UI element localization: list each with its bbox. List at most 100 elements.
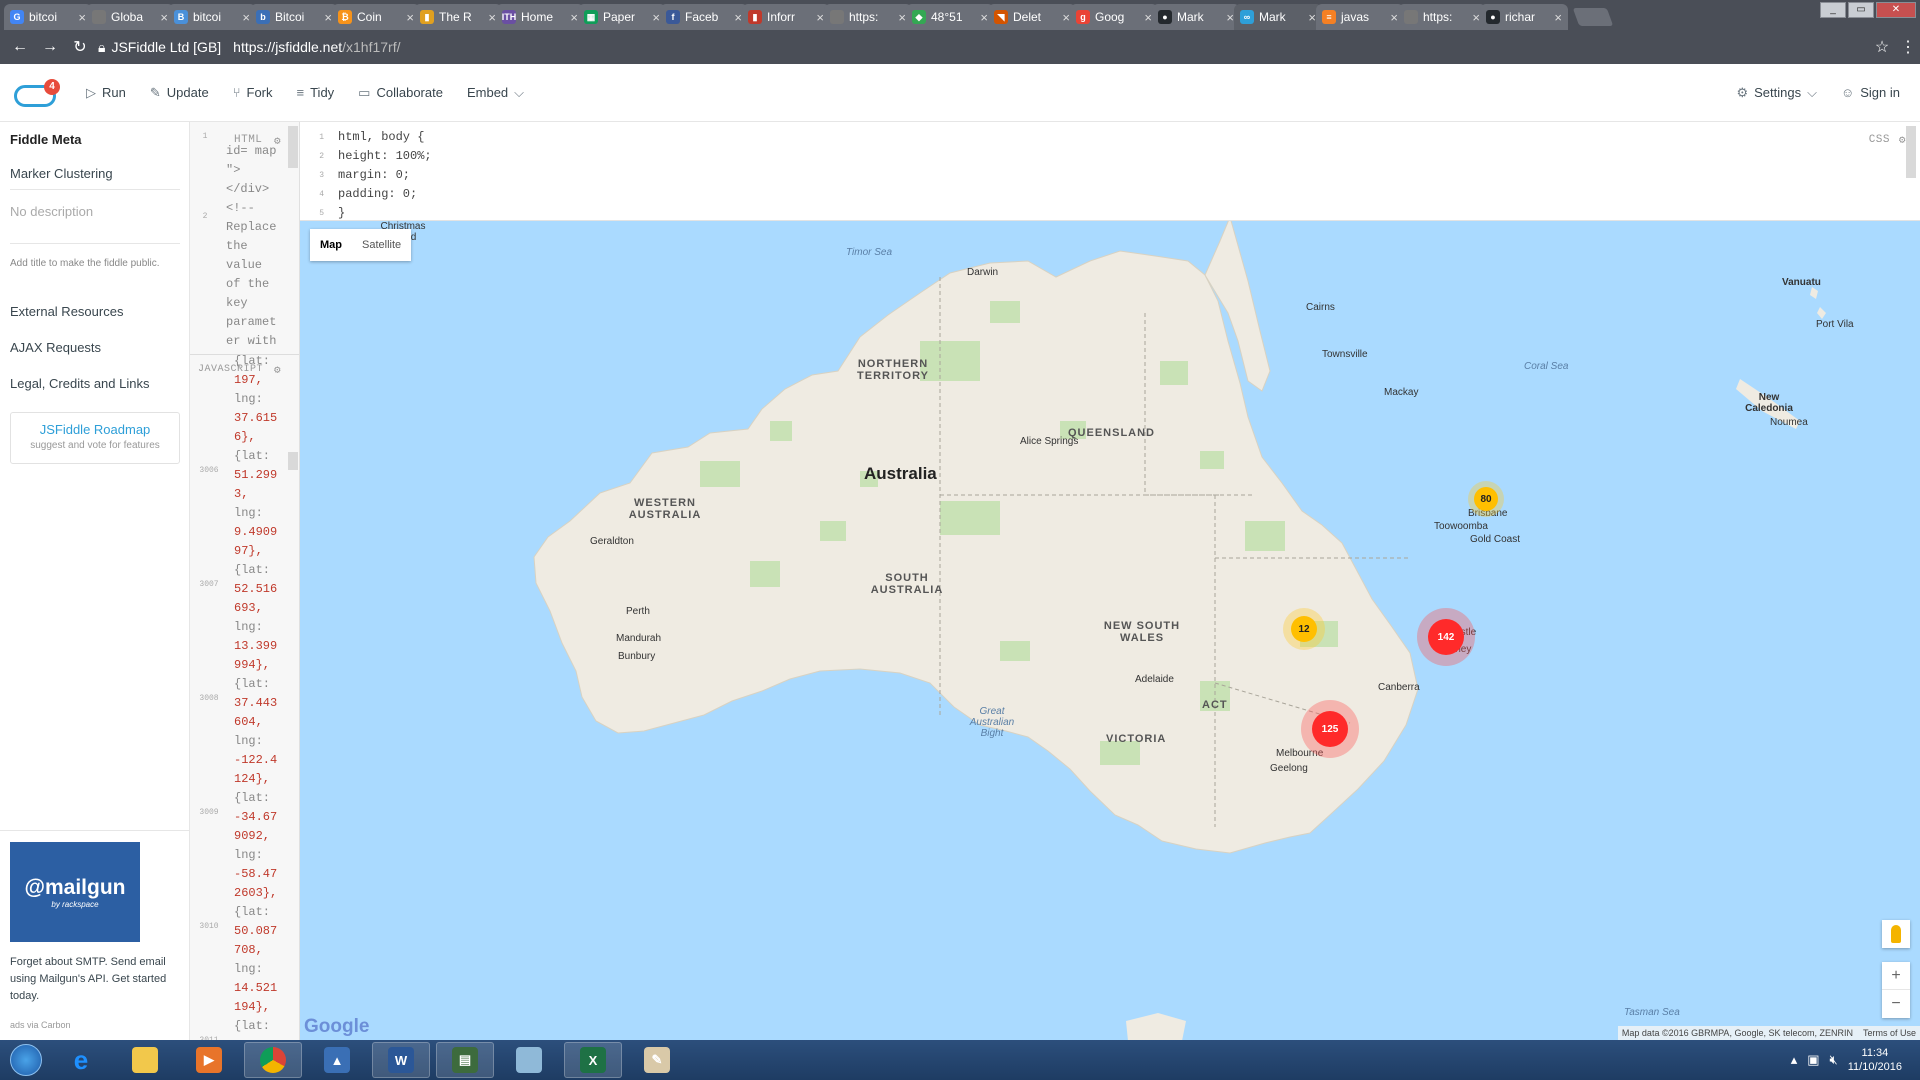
browser-tab[interactable]: Globa ×	[86, 4, 174, 30]
map-type-satellite-button[interactable]: Satellite	[352, 229, 411, 261]
browser-tab[interactable]: ◥ Delet ×	[988, 4, 1076, 30]
taskbar-ie[interactable]: e	[52, 1042, 110, 1078]
minimize-button[interactable]: _	[1820, 2, 1846, 18]
google-map[interactable]: Australia NORTHERN TERRITORY WESTERN AUS…	[300, 221, 1920, 1040]
start-button[interactable]	[0, 1040, 52, 1080]
browser-tab[interactable]: ∞ Mark ×	[1234, 4, 1322, 30]
legal-link[interactable]: Legal, Credits and Links	[10, 376, 149, 391]
clock[interactable]: 11:34 11/10/2016	[1848, 1046, 1902, 1074]
browser-tab[interactable]: ● richar ×	[1480, 4, 1568, 30]
marker-cluster[interactable]: 12	[1283, 608, 1325, 650]
close-tab-icon[interactable]: ×	[1308, 10, 1316, 25]
embed-dropdown[interactable]: Embed ⌵	[467, 85, 524, 101]
browser-tab[interactable]: ₿ Coin ×	[332, 4, 420, 30]
taskbar-media[interactable]: ▶	[180, 1042, 238, 1078]
browser-tab[interactable]: ▮ Inforr ×	[742, 4, 830, 30]
pegman-icon[interactable]	[1882, 920, 1910, 948]
js-settings-gear-icon[interactable]: ⚙	[274, 363, 281, 377]
browser-tab[interactable]: ≡ javas ×	[1316, 4, 1404, 30]
browser-tab[interactable]: ▦ Paper ×	[578, 4, 666, 30]
taskbar-explorer[interactable]	[116, 1042, 174, 1078]
description-input[interactable]: No description	[10, 204, 180, 244]
ajax-requests-link[interactable]: AJAX Requests	[10, 340, 101, 355]
browser-menu-icon[interactable]: ⋮	[1896, 37, 1920, 57]
external-resources-link[interactable]: External Resources	[10, 304, 123, 319]
volume-muted-icon[interactable]: 🔇︎	[1830, 1052, 1838, 1068]
close-tab-icon[interactable]: ×	[1144, 10, 1152, 25]
browser-tab[interactable]: ITH Home ×	[496, 4, 584, 30]
close-tab-icon[interactable]: ×	[1390, 10, 1398, 25]
forward-button[interactable]: →	[38, 35, 62, 59]
maximize-button[interactable]: ▭	[1848, 2, 1874, 18]
roadmap-box[interactable]: JSFiddle Roadmap suggest and vote for fe…	[10, 412, 180, 464]
address-toolbar: ← → ↻ 🔒︎ JSFiddle Ltd [GB] https://jsfid…	[0, 30, 1920, 64]
browser-tab[interactable]: Bbitcoi ×	[168, 4, 256, 30]
map-type-map-button[interactable]: Map	[310, 229, 352, 261]
close-tab-icon[interactable]: ×	[816, 10, 824, 25]
tidy-button[interactable]: ≡ Tidy	[297, 85, 335, 100]
close-tab-icon[interactable]: ×	[1062, 10, 1070, 25]
close-tab-icon[interactable]: ×	[242, 10, 250, 25]
html-scrollbar[interactable]	[288, 126, 298, 168]
taskbar-excel[interactable]: X	[564, 1042, 622, 1078]
browser-tab[interactable]: ◆ 48°51 ×	[906, 4, 994, 30]
browser-tab[interactable]: b Bitcoi ×	[250, 4, 338, 30]
close-tab-icon[interactable]: ×	[734, 10, 742, 25]
marker-cluster[interactable]: 125	[1301, 700, 1359, 758]
new-tab-button[interactable]	[1572, 8, 1614, 26]
taskbar-app[interactable]: ▲	[308, 1042, 366, 1078]
html-editor[interactable]: HTML ⚙ 1 2 id= map "> </div> <!-- Replace the va…	[190, 122, 299, 352]
mailgun-ad-logo[interactable]: @mailgun by rackspace	[10, 842, 140, 942]
taskbar-chrome[interactable]	[244, 1042, 302, 1078]
omnibox[interactable]: 🔒︎ JSFiddle Ltd [GB] https://jsfiddle.ne…	[98, 34, 1858, 60]
reload-button[interactable]: ↻	[68, 35, 92, 59]
zoom-out-button[interactable]: −	[1882, 990, 1910, 1018]
jsfiddle-logo[interactable]: 4	[14, 75, 60, 111]
browser-tab[interactable]: https: ×	[824, 4, 912, 30]
ad-text[interactable]: Forget about SMTP. Send email using Mail…	[10, 954, 185, 1005]
css-editor[interactable]: CSS ⚙ 1 html, body {2 height: 100%; 3 marg…	[300, 122, 1920, 221]
back-button[interactable]: ←	[8, 35, 32, 59]
taskbar-console[interactable]: ▤	[436, 1042, 494, 1078]
close-tab-icon[interactable]: ×	[160, 10, 168, 25]
bookmark-star-icon[interactable]: ☆	[1868, 37, 1896, 57]
signin-button[interactable]: ☺ Sign in	[1841, 85, 1900, 100]
network-icon[interactable]: ▣	[1807, 1052, 1819, 1068]
close-window-button[interactable]: ✕	[1876, 2, 1916, 18]
marker-cluster[interactable]: 80	[1468, 481, 1504, 517]
close-tab-icon[interactable]: ×	[406, 10, 414, 25]
tray-chevron-icon[interactable]: ▴	[1791, 1052, 1798, 1068]
browser-tab[interactable]: Gbitcoi ×	[4, 4, 92, 30]
close-tab-icon[interactable]: ×	[1226, 10, 1234, 25]
terms-of-use-link[interactable]: Terms of Use	[1863, 1028, 1916, 1038]
browser-tab[interactable]: g Goog ×	[1070, 4, 1158, 30]
update-button[interactable]: ✎ Update	[150, 85, 209, 101]
close-tab-icon[interactable]: ×	[488, 10, 496, 25]
fiddle-name-input[interactable]: Marker Clustering	[10, 166, 180, 190]
taskbar-word[interactable]: W	[372, 1042, 430, 1078]
ad-via[interactable]: ads via Carbon	[10, 1020, 71, 1030]
fork-button[interactable]: ⑂ Fork	[233, 85, 273, 100]
settings-dropdown[interactable]: ⚙ Settings ⌵	[1736, 85, 1817, 101]
js-scrollbar[interactable]	[288, 452, 298, 470]
google-logo[interactable]: Google	[304, 1016, 369, 1038]
browser-tab[interactable]: https: ×	[1398, 4, 1486, 30]
close-tab-icon[interactable]: ×	[570, 10, 578, 25]
browser-tab[interactable]: ▮ The R ×	[414, 4, 502, 30]
close-tab-icon[interactable]: ×	[1554, 10, 1562, 25]
close-tab-icon[interactable]: ×	[324, 10, 332, 25]
close-tab-icon[interactable]: ×	[1472, 10, 1480, 25]
taskbar-paint[interactable]: ✎	[628, 1042, 686, 1078]
javascript-editor[interactable]: JAVASCRIPT ⚙ {lat: 197, lng: 37.615 6}, {lat:…	[190, 354, 299, 1040]
browser-tab[interactable]: ● Mark ×	[1152, 4, 1240, 30]
collaborate-button[interactable]: ▭ Collaborate	[358, 85, 443, 101]
taskbar-notepad[interactable]	[500, 1042, 558, 1078]
close-tab-icon[interactable]: ×	[652, 10, 660, 25]
close-tab-icon[interactable]: ×	[78, 10, 86, 25]
close-tab-icon[interactable]: ×	[980, 10, 988, 25]
run-button[interactable]: ▷ Run	[86, 85, 126, 101]
marker-cluster[interactable]: 142	[1417, 608, 1475, 666]
browser-tab[interactable]: f Faceb ×	[660, 4, 748, 30]
close-tab-icon[interactable]: ×	[898, 10, 906, 25]
zoom-in-button[interactable]: +	[1882, 962, 1910, 990]
